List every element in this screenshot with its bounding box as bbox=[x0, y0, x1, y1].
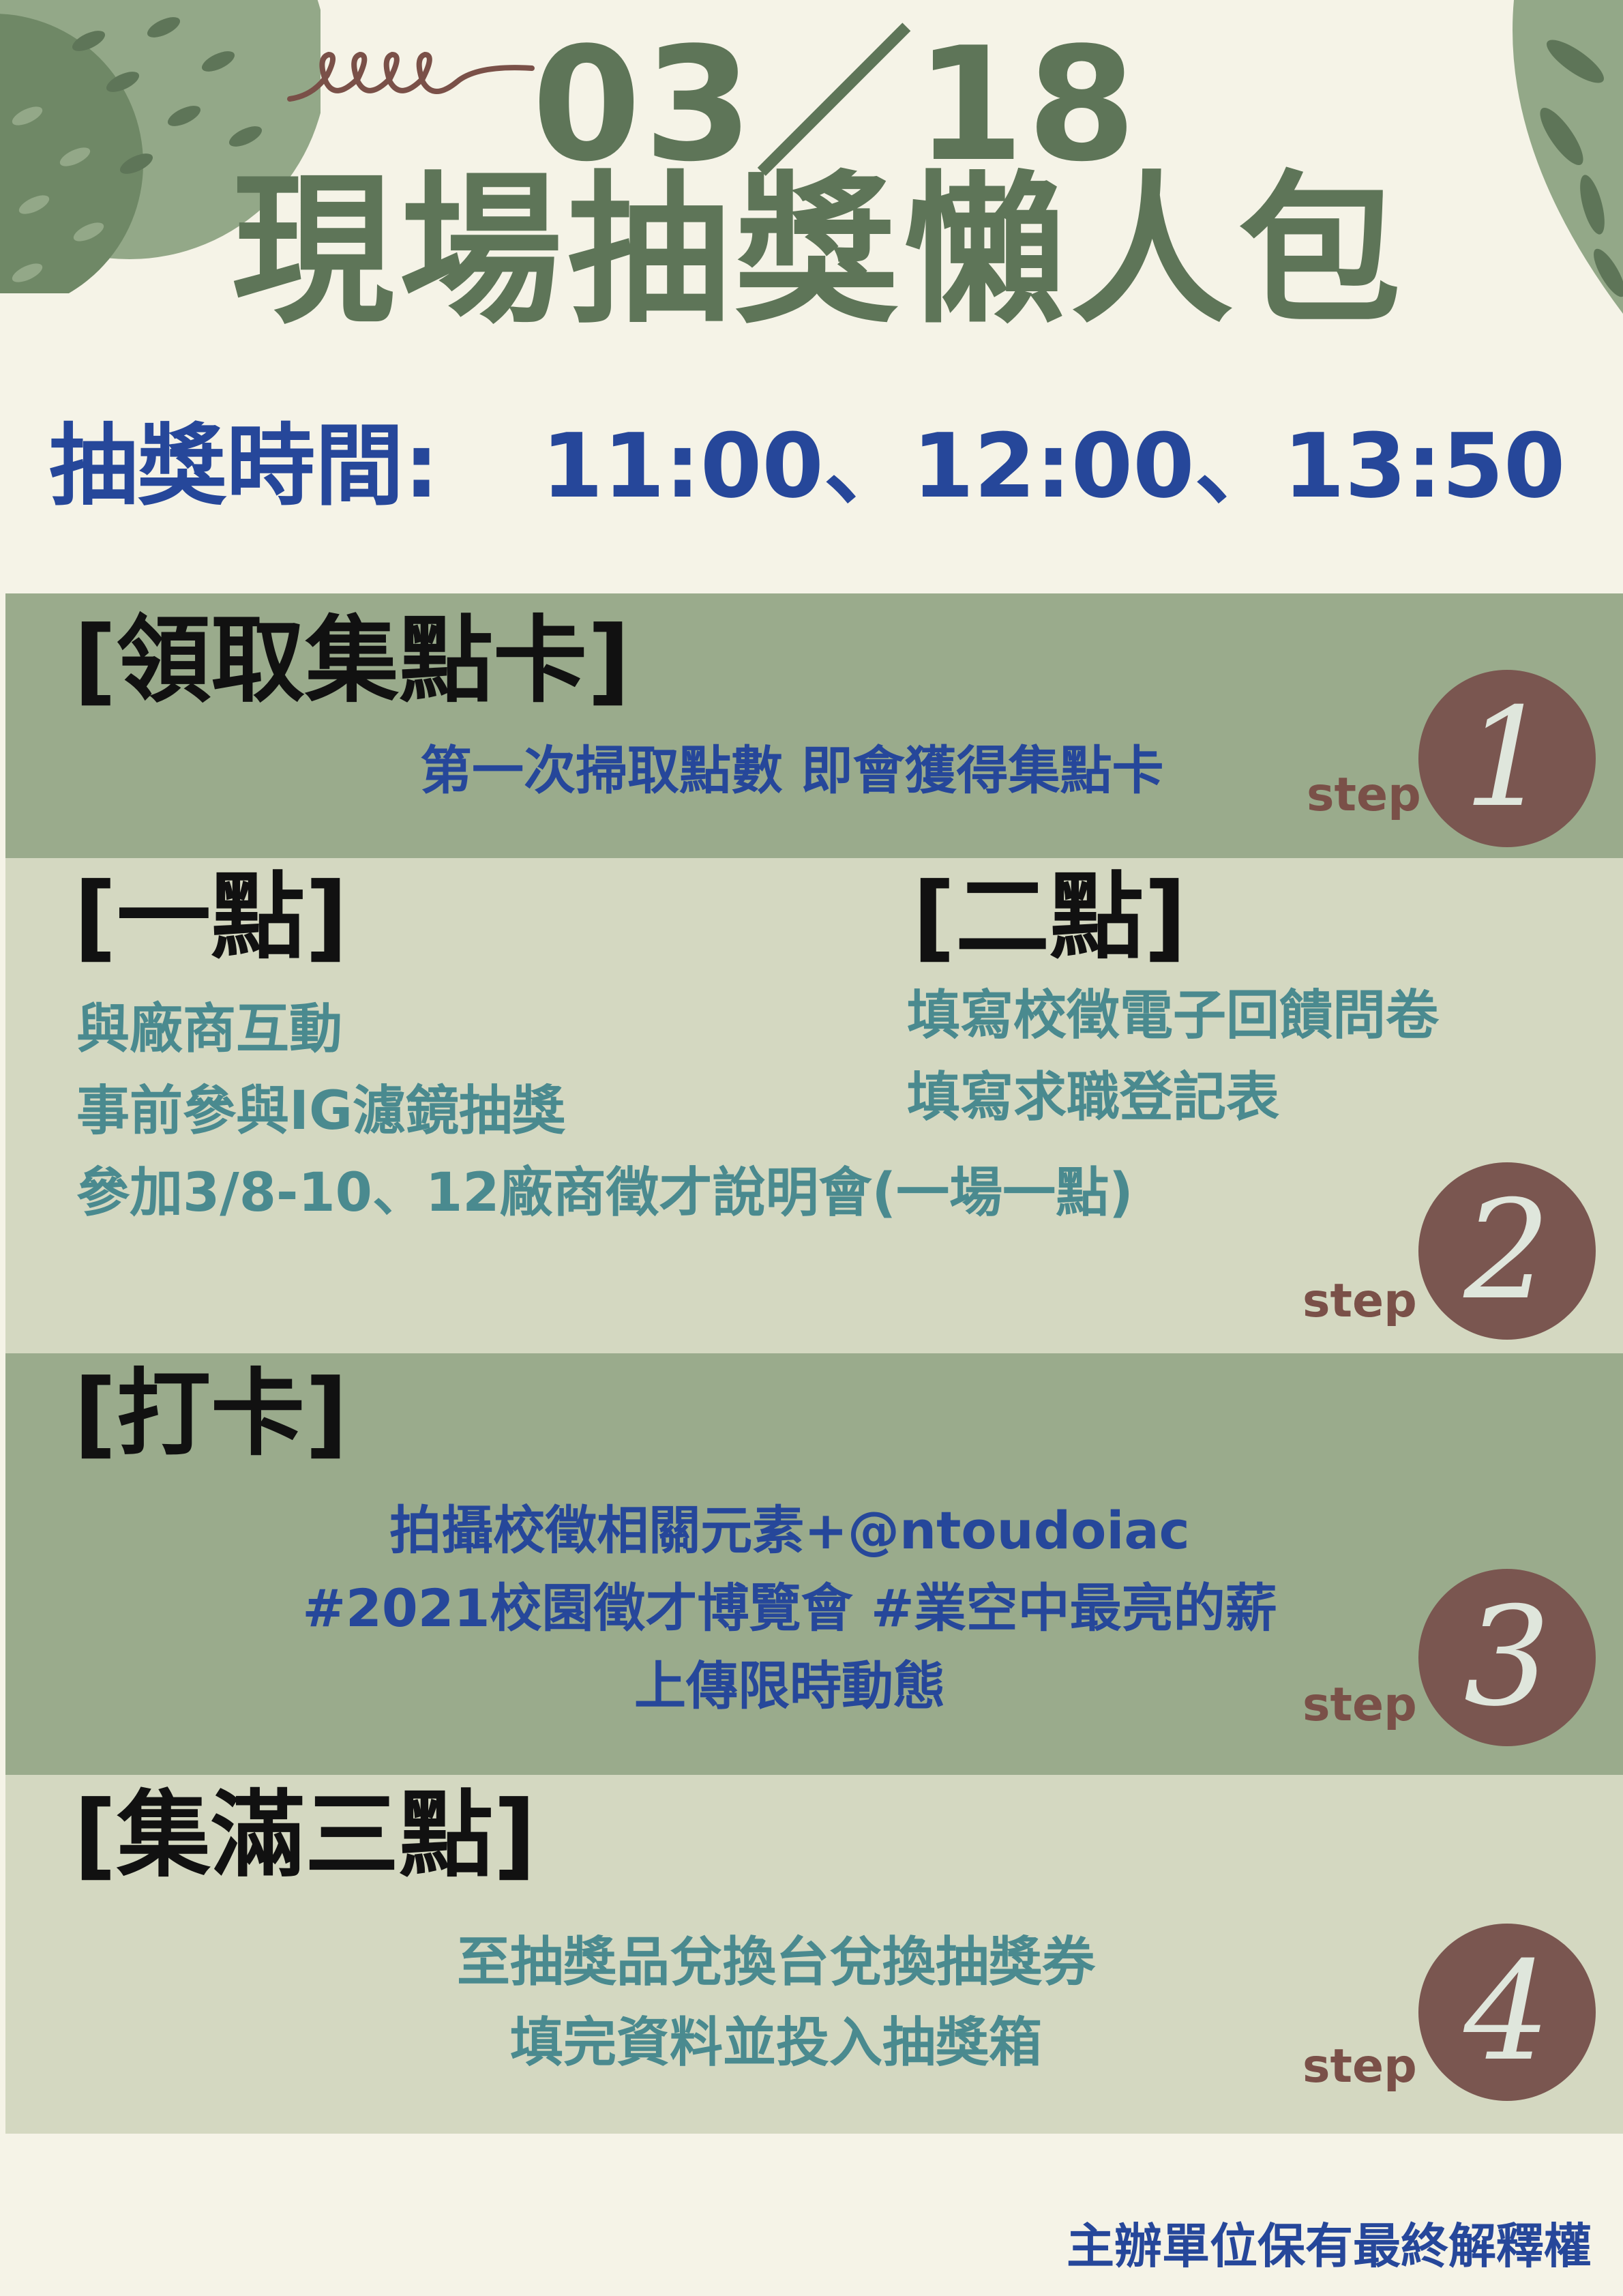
step2-number-badge: 2 bbox=[1418, 1162, 1596, 1340]
squiggle-decoration bbox=[287, 51, 535, 102]
step4-number-badge: 4 bbox=[1418, 1924, 1596, 2101]
step1-number-badge: 1 bbox=[1418, 670, 1596, 847]
step2-section: [一點] [二點] 與廠商互動 事前參與IG濾鏡抽獎 參加3/8-10、12廠商… bbox=[5, 858, 1623, 1353]
list-item: 填寫求職登記表 bbox=[907, 1067, 1280, 1128]
footer-disclaimer: 主辦單位保有最終解釋權 bbox=[1067, 2218, 1592, 2274]
draw-time-label: 抽獎時間: bbox=[49, 414, 439, 518]
step4-line: 至抽獎品兌換台兌換抽獎券 bbox=[456, 1932, 1095, 1993]
step3-heading: [打卡] bbox=[74, 1359, 348, 1469]
list-item: 參加3/8-10、12廠商徵才說明會(一場一點) bbox=[76, 1162, 1133, 1224]
step3-section: [打卡] 拍攝校徵相關元素+@ntoudoiac #2021校園徵才博覽會 #業… bbox=[5, 1353, 1623, 1775]
list-item: 與廠商互動 bbox=[76, 999, 343, 1060]
step4-label: step bbox=[1302, 2040, 1417, 2093]
step1-heading: [領取集點卡] bbox=[74, 606, 631, 716]
page-title: 現場抽獎懶人包 bbox=[232, 157, 1406, 346]
list-item: 事前參與IG濾鏡抽獎 bbox=[76, 1080, 566, 1142]
leaf-decoration-top-right bbox=[1513, 0, 1623, 314]
step2-heading-two-points: [二點] bbox=[912, 862, 1187, 972]
step1-label: step bbox=[1307, 768, 1421, 822]
step2-label: step bbox=[1302, 1274, 1417, 1328]
list-item: 填寫校徵電子回饋問卷 bbox=[907, 985, 1440, 1046]
step3-label: step bbox=[1302, 1678, 1417, 1732]
step4-section: [集滿三點] 至抽獎品兌換台兌換抽獎券 填完資料並投入抽獎箱 step 4 bbox=[5, 1775, 1623, 2134]
step1-section: [領取集點卡] 第一次掃取點數 即會獲得集點卡 step 1 bbox=[5, 593, 1623, 858]
step3-line: #2021校園徵才博覽會 #業空中最亮的薪 bbox=[302, 1578, 1277, 1638]
draw-time-row: 抽獎時間: 11:00、12:00、13:50 bbox=[49, 422, 1565, 510]
step1-text: 第一次掃取點數 即會獲得集點卡 bbox=[420, 740, 1164, 801]
draw-time-values: 11:00、12:00、13:50 bbox=[541, 414, 1566, 518]
step2-heading-one-point: [一點] bbox=[74, 862, 348, 972]
step4-heading: [集滿三點] bbox=[74, 1780, 537, 1890]
step3-number-badge: 3 bbox=[1418, 1569, 1596, 1746]
step3-line: 拍攝校徵相關元素+@ntoudoiac bbox=[389, 1500, 1190, 1561]
